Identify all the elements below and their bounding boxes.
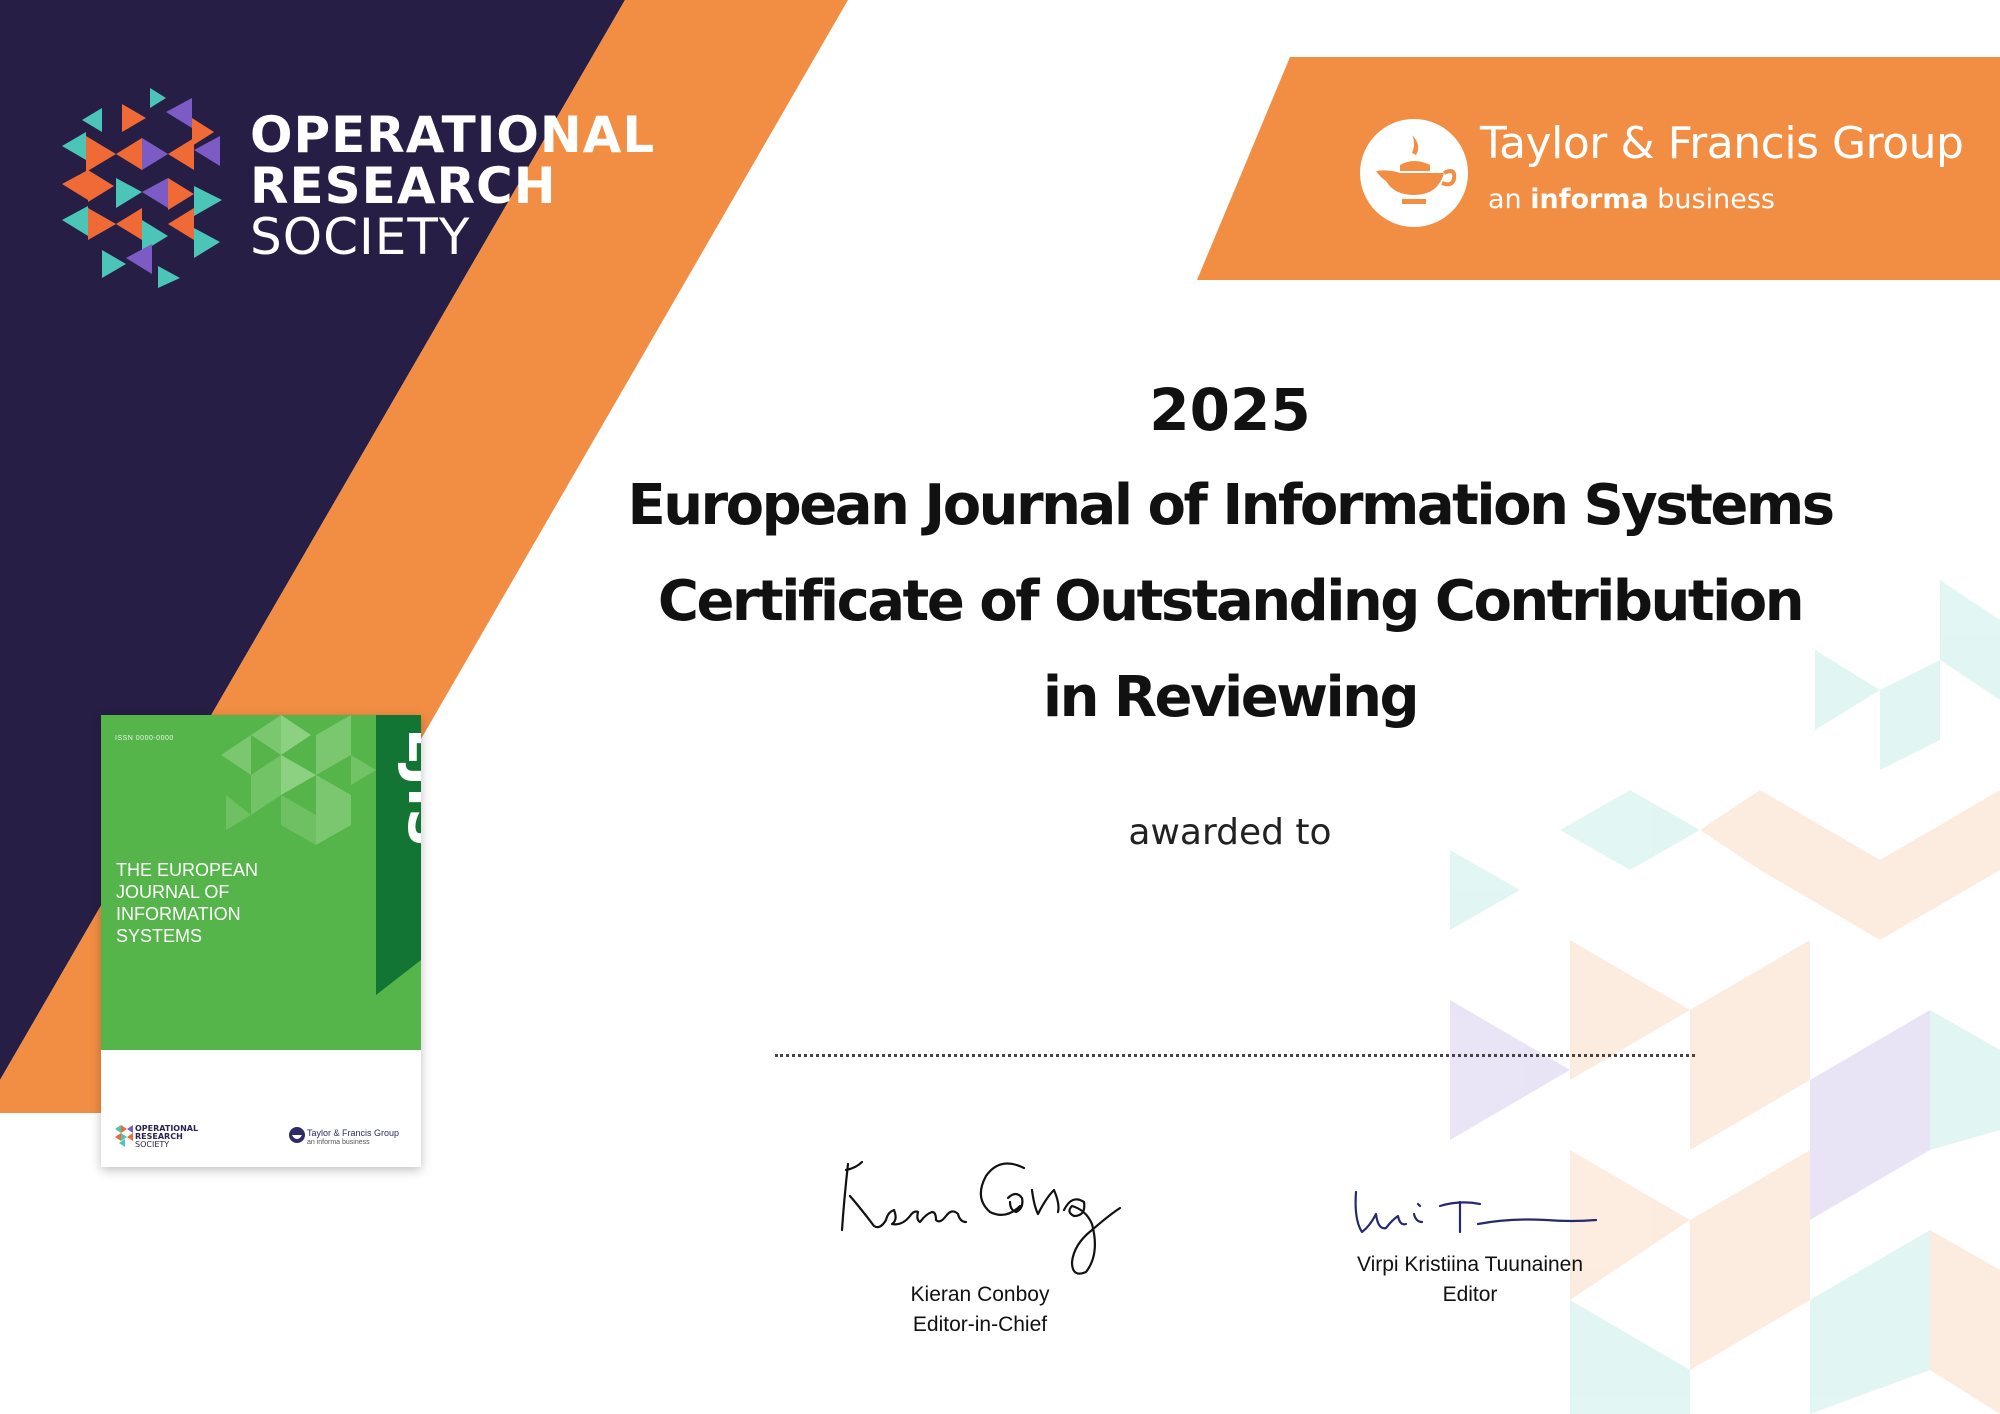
journal-name: European Journal of Information Systems <box>627 473 1835 538</box>
ors-pattern-icon <box>62 88 222 288</box>
oil-lamp-icon <box>1360 119 1468 227</box>
recipient-name-line <box>775 1054 1695 1057</box>
signatory-name-1: Kieran Conboy <box>910 1283 1050 1306</box>
cover-journal-title: THE EUROPEAN JOURNAL OF INFORMATION SYST… <box>116 860 259 946</box>
signature-block-editor-in-chief: Kieran Conboy Editor-in-Chief <box>790 1150 1170 1340</box>
ors-name-line-2: RESEARCH <box>250 157 557 215</box>
cover-publisher: Taylor & Francis Group an informa busine… <box>307 1128 400 1146</box>
ors-logo: OPERATIONAL RESEARCH SOCIETY <box>62 88 682 288</box>
ors-name-line-3: SOCIETY <box>250 208 471 266</box>
taylor-francis-logo: Taylor & Francis Group an informa busine… <box>1360 112 1964 232</box>
handwritten-signature-2 <box>1354 1190 1598 1234</box>
certificate-title: 2025 European Journal of Information Sys… <box>560 362 1900 746</box>
signatory-role-2: Editor <box>1442 1283 1498 1306</box>
cover-ors-pattern-icon <box>115 1125 133 1147</box>
ors-name-line-1: OPERATIONAL <box>250 106 656 164</box>
certificate-name: Certificate of Outstanding Contribution <box>657 569 1805 634</box>
cover-tf-emblem-icon <box>289 1127 305 1143</box>
signatory-role-1: Editor-in-Chief <box>912 1313 1048 1336</box>
awarded-to-label: awarded to <box>1128 812 1332 853</box>
cover-ors-name: OPERATIONAL RESEARCH SOCIETY <box>135 1124 199 1149</box>
cover-issn: ISSN 0000-0000 <box>115 735 174 742</box>
journal-cover-image: ISSN 0000-0000 EJIS THE EUROPEAN JOURNAL… <box>101 715 421 1167</box>
publisher-name: Taylor & Francis Group <box>1480 118 1964 169</box>
certificate-year: 2025 <box>1149 376 1311 444</box>
cover-journal-abbreviation: EJIS <box>396 728 421 848</box>
signatory-name-2: Virpi Kristiina Tuunainen <box>1356 1253 1584 1276</box>
signature-block-editor: Virpi Kristiina Tuunainen Editor <box>1270 1180 1670 1310</box>
certificate-category: in Reviewing <box>1042 665 1420 730</box>
cover-green-panel: ISSN 0000-0000 EJIS THE EUROPEAN JOURNAL… <box>101 715 421 1050</box>
handwritten-signature-1 <box>840 1160 1122 1275</box>
publisher-tagline: an informa business <box>1488 184 1775 215</box>
